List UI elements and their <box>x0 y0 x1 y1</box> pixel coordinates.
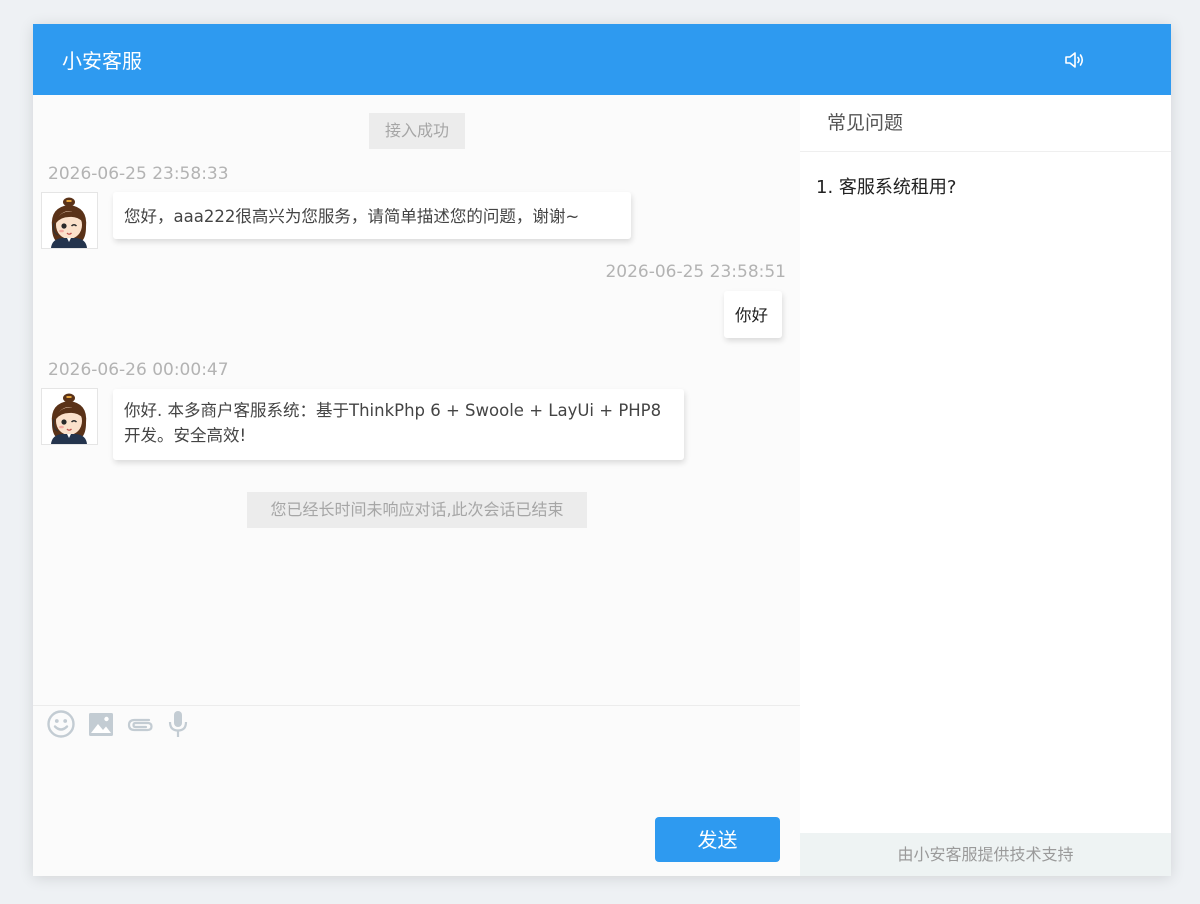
chat-panel: 接入成功 2026-06-25 23:58:33 您好，aaa222很高兴为您服… <box>33 95 801 876</box>
image-icon[interactable] <box>86 709 116 739</box>
attachment-icon[interactable] <box>125 709 155 739</box>
message-timestamp: 2026-06-26 00:00:47 <box>48 360 229 380</box>
faq-panel: 常见问题 1. 客服系统租用? 由小安客服提供技术支持 <box>800 95 1171 876</box>
session-ended-notice: 您已经长时间未响应对话,此次会话已结束 <box>247 492 587 528</box>
message-input[interactable] <box>45 745 789 809</box>
message-timestamp: 2026-06-25 23:58:33 <box>48 164 229 184</box>
header-bar: 小安客服 <box>33 24 1171 95</box>
agent-message-bubble: 你好. 本多商户客服系统：基于ThinkPhp 6 + Swoole + Lay… <box>113 389 684 460</box>
app-title: 小安客服 <box>62 49 142 73</box>
faq-item[interactable]: 1. 客服系统租用? <box>816 177 956 199</box>
send-button[interactable]: 发送 <box>655 817 780 862</box>
support-footer: 由小安客服提供技术支持 <box>800 833 1171 876</box>
faq-title: 常见问题 <box>800 95 1171 152</box>
system-connected-notice: 接入成功 <box>369 113 465 149</box>
message-timestamp: 2026-06-25 23:58:51 <box>605 262 786 282</box>
chat-window: 小安客服 接入成功 2026-06-25 23:58:33 您好，aaa222很… <box>33 24 1171 876</box>
microphone-icon[interactable] <box>163 709 193 739</box>
agent-avatar <box>41 388 98 445</box>
input-divider <box>33 705 800 706</box>
agent-avatar <box>41 192 98 249</box>
agent-message-bubble: 您好，aaa222很高兴为您服务，请简单描述您的问题，谢谢~ <box>113 192 631 239</box>
emoji-icon[interactable] <box>46 709 76 739</box>
user-message-bubble: 你好 <box>724 291 782 338</box>
speaker-icon[interactable] <box>1063 48 1087 72</box>
